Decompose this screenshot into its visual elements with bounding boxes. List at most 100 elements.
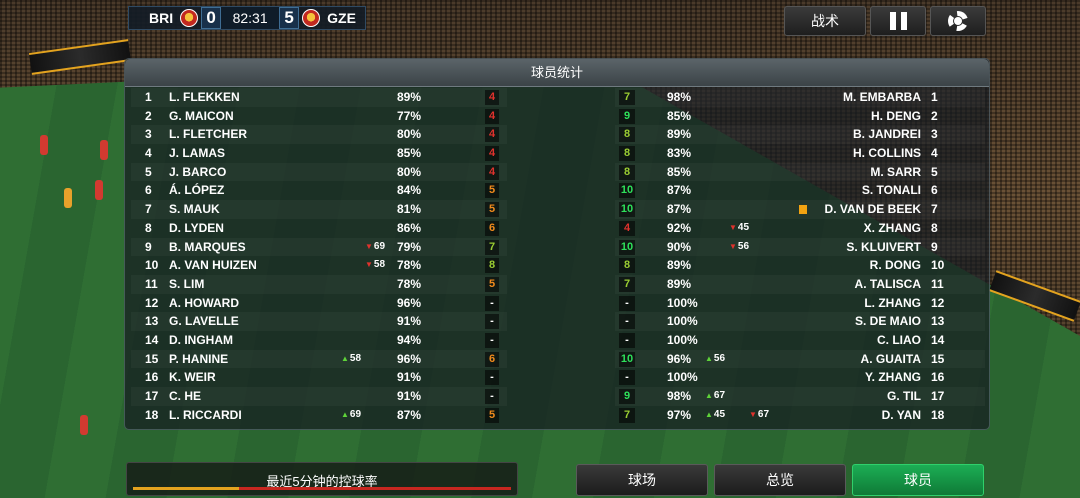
- player-row[interactable]: 7 S. MAUK 81% 5: [131, 200, 507, 219]
- player-row[interactable]: 2 G. MAICON 77% 4: [131, 107, 507, 126]
- match-clock: 82:31: [221, 7, 280, 29]
- player-name: R. DONG: [869, 258, 921, 273]
- player-rating: 10: [619, 202, 635, 218]
- tab-pitch[interactable]: 球场: [576, 464, 708, 496]
- player-name: B. JANDREI: [852, 127, 921, 142]
- pass-accuracy: 100%: [667, 314, 698, 329]
- substitution-minute: 67: [757, 408, 770, 420]
- player-number: 12: [145, 295, 159, 310]
- player-row[interactable]: 15 P. HANINE ▲58 96% 6: [131, 350, 507, 369]
- player-rating: 8: [619, 258, 635, 274]
- home-team-abbr: BRI: [149, 10, 174, 26]
- substitution-minute: 45: [713, 408, 726, 420]
- player-row[interactable]: - 100% C. LIAO 14: [615, 331, 985, 350]
- player-number: 9: [931, 239, 938, 254]
- player-row[interactable]: 9 98% ▲67 G. TIL 17: [615, 387, 985, 406]
- player-row[interactable]: - 100% Y. ZHANG 16: [615, 368, 985, 387]
- tab-overview[interactable]: 总览: [714, 464, 846, 496]
- pass-accuracy: 97%: [667, 407, 692, 422]
- player-name: Á. LÓPEZ: [169, 183, 225, 198]
- player-name: L. ZHANG: [864, 295, 921, 310]
- player-number: 6: [145, 183, 152, 198]
- player-row[interactable]: 3 L. FLETCHER 80% 4: [131, 125, 507, 144]
- player-row[interactable]: 18 L. RICCARDI ▲69 87% 5: [131, 406, 507, 425]
- player-row[interactable]: 12 A. HOWARD 96% -: [131, 294, 507, 313]
- player-row[interactable]: 10 A. VAN HUIZEN ▼58 78% 8: [131, 256, 507, 275]
- player-row[interactable]: 4 J. LAMAS 85% 4: [131, 144, 507, 163]
- player-row[interactable]: - 100% S. DE MAIO 13: [615, 312, 985, 331]
- player-row[interactable]: 11 S. LIM 78% 5: [131, 275, 507, 294]
- player-name: L. FLEKKEN: [169, 90, 240, 104]
- player-row[interactable]: 13 G. LAVELLE 91% -: [131, 312, 507, 331]
- player-row[interactable]: 4 92% ▼45 X. ZHANG 8: [615, 219, 985, 238]
- player-name: S. KLUIVERT: [846, 239, 921, 254]
- yellow-card-icon: [799, 205, 807, 215]
- pass-accuracy: 100%: [667, 295, 698, 310]
- substitution-in: ▲56: [705, 350, 725, 369]
- player-row[interactable]: 7 89% A. TALISCA 11: [615, 275, 985, 294]
- player-stats-panel: 球员统计 1 L. FLEKKEN 89% 4 2 G. MAICON 77% 4 3 L. FL…: [124, 58, 990, 430]
- player-row[interactable]: 16 K. WEIR 91% -: [131, 368, 507, 387]
- player-rating: -: [485, 295, 499, 311]
- player-row[interactable]: 8 89% R. DONG 10: [615, 256, 985, 275]
- player-row[interactable]: 7 97% ▲45 ▼67 D. YAN 18: [615, 406, 985, 425]
- player-row[interactable]: 7 98% M. EMBARBA 1: [615, 88, 985, 107]
- player-rating: 8: [485, 258, 499, 274]
- player-rating: -: [485, 370, 499, 386]
- player-rating: 8: [619, 164, 635, 180]
- player-row[interactable]: 9 B. MARQUES ▼69 79% 7: [131, 238, 507, 257]
- player-row[interactable]: 10 96% ▲56 A. GUAITA 15: [615, 350, 985, 369]
- player-number: 8: [931, 220, 938, 235]
- pass-accuracy: 81%: [397, 202, 422, 217]
- player-figure: [80, 415, 88, 435]
- player-number: 3: [145, 127, 152, 142]
- player-figure: [40, 135, 48, 155]
- tab-players[interactable]: 球员: [852, 464, 984, 496]
- tactics-button[interactable]: 战术: [784, 6, 866, 36]
- player-rating: -: [619, 295, 635, 311]
- substitution-out: ▼58: [365, 256, 385, 275]
- player-rating: 8: [619, 146, 635, 162]
- player-row[interactable]: 10 87% S. TONALI 6: [615, 181, 985, 200]
- player-row[interactable]: 8 D. LYDEN 86% 6: [131, 219, 507, 238]
- player-row[interactable]: 8 89% B. JANDREI 3: [615, 125, 985, 144]
- player-row[interactable]: 8 83% H. COLLINS 4: [615, 144, 985, 163]
- player-row[interactable]: - 100% L. ZHANG 12: [615, 294, 985, 313]
- substitution-out: ▼67: [749, 406, 769, 425]
- player-figure: [95, 180, 103, 200]
- player-row[interactable]: 10 90% ▼56 S. KLUIVERT 9: [615, 238, 985, 257]
- possession-home-bar: [133, 487, 239, 490]
- player-name: H. DENG: [870, 108, 921, 123]
- player-number: 10: [931, 258, 945, 273]
- player-row[interactable]: 9 85% H. DENG 2: [615, 107, 985, 126]
- player-row[interactable]: 1 L. FLEKKEN 89% 4: [131, 88, 507, 107]
- tab-overview-label: 总览: [766, 472, 794, 488]
- player-number: 10: [145, 258, 159, 273]
- player-number: 14: [145, 332, 159, 347]
- player-row[interactable]: 14 D. INGHAM 94% -: [131, 331, 507, 350]
- sub-out-arrow-icon: ▼: [729, 222, 737, 232]
- pause-button[interactable]: [870, 6, 926, 36]
- pass-accuracy: 96%: [667, 351, 692, 366]
- player-number: 16: [145, 370, 159, 385]
- player-rating: 4: [485, 164, 499, 180]
- substitution-minute: 56: [737, 240, 750, 252]
- player-row[interactable]: 10 87% D. VAN DE BEEK 7: [615, 200, 985, 219]
- pass-accuracy: 78%: [397, 276, 422, 291]
- player-row[interactable]: 5 J. BARCO 80% 4: [131, 163, 507, 182]
- substitution-minute: 45: [737, 221, 750, 233]
- player-name: C. LIAO: [877, 332, 921, 347]
- pass-accuracy: 87%: [667, 202, 692, 217]
- player-row[interactable]: 6 Á. LÓPEZ 84% 5: [131, 181, 507, 200]
- pass-accuracy: 84%: [397, 183, 422, 198]
- player-rating: 5: [485, 202, 499, 218]
- player-name: J. BARCO: [169, 164, 227, 179]
- player-row[interactable]: 17 C. HE 91% -: [131, 387, 507, 406]
- player-number: 7: [145, 202, 152, 217]
- player-rating: 7: [619, 276, 635, 292]
- player-row[interactable]: 8 85% M. SARR 5: [615, 163, 985, 182]
- player-number: 15: [145, 351, 159, 366]
- settings-button[interactable]: [930, 6, 986, 36]
- player-name: K. WEIR: [169, 370, 216, 385]
- substitution-out: ▼69: [365, 238, 385, 257]
